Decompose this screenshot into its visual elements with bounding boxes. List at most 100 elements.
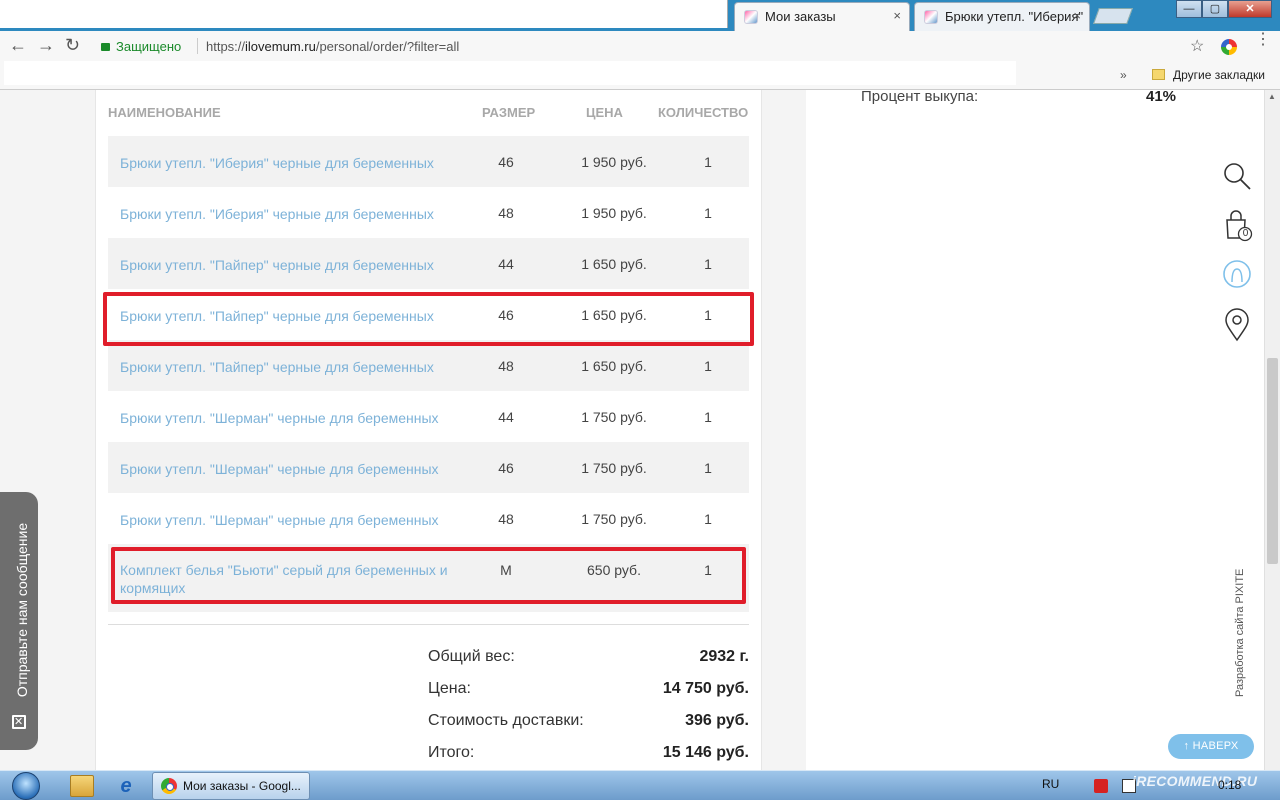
- product-link[interactable]: Брюки утепл. "Шерман" черные для беремен…: [120, 460, 460, 478]
- table-row: Брюки утепл. "Иберия" черные для беремен…: [108, 187, 749, 238]
- table-row: Брюки утепл. "Шерман" черные для беремен…: [108, 442, 749, 493]
- forward-arrow-icon[interactable]: →: [37, 35, 55, 56]
- summary-value: 2932 г.: [699, 648, 749, 665]
- omnibox-separator: [197, 38, 198, 54]
- tab-my-orders[interactable]: Мои заказы ×: [734, 2, 910, 31]
- browser-tabstrip: Мои заказы × Брюки утепл. "Иберия" × — ▢…: [0, 0, 1280, 31]
- bookmarks-bar: » Другие закладки: [0, 61, 1280, 90]
- summary-divider: [108, 624, 749, 625]
- browser-menu-icon[interactable]: ⋮: [1255, 32, 1271, 48]
- chrome-icon: [161, 778, 177, 794]
- table-row: Брюки утепл. "Пайпер" черные для беремен…: [108, 340, 749, 391]
- bookmark-star-icon[interactable]: ☆: [1190, 36, 1204, 56]
- taskbar-chrome-window[interactable]: Мои заказы - Googl...: [152, 772, 310, 800]
- antivirus-tray-icon[interactable]: [1094, 779, 1108, 793]
- highlight-box: [111, 547, 746, 604]
- product-link[interactable]: Брюки утепл. "Шерман" черные для беремен…: [120, 409, 460, 427]
- product-size: 44: [498, 409, 514, 425]
- url-prefix: https://: [206, 39, 246, 54]
- product-qty: 1: [704, 409, 712, 425]
- language-indicator[interactable]: RU: [1042, 777, 1059, 791]
- page-scrollbar[interactable]: ▲: [1264, 90, 1280, 770]
- bookmarks-blank-area: [4, 61, 1016, 85]
- tabstrip-blank-area: [0, 0, 728, 28]
- feedback-tab[interactable]: Отправьте нам сообщение: [0, 492, 38, 750]
- buyout-label: Процент выкупа:: [861, 90, 979, 105]
- buyout-percent: Процент выкупа: 41%: [861, 90, 1181, 105]
- tab-title: Брюки утепл. "Иберия": [945, 9, 1084, 24]
- url-path: /personal/order/?filter=all: [315, 39, 460, 54]
- search-icon[interactable]: [1221, 160, 1253, 192]
- summary-value: 15 146 руб.: [662, 744, 749, 761]
- product-price: 1 950 руб.: [581, 154, 647, 170]
- folder-icon: [1152, 69, 1165, 80]
- feedback-label: Отправьте нам сообщение: [14, 522, 30, 698]
- product-size: 44: [498, 256, 514, 272]
- back-arrow-icon[interactable]: ←: [9, 35, 27, 56]
- header-qty: КОЛИЧЕСТВО: [658, 105, 749, 120]
- start-button[interactable]: [6, 771, 46, 800]
- product-qty: 1: [704, 511, 712, 527]
- scrollbar-thumb[interactable]: [1267, 358, 1278, 564]
- cart-count-badge: 0: [1242, 228, 1249, 239]
- other-bookmarks-folder[interactable]: Другие закладки: [1152, 68, 1265, 82]
- summary-label: Цена:: [428, 680, 471, 697]
- header-size: РАЗМЕР: [482, 105, 536, 120]
- product-qty: 1: [704, 154, 712, 170]
- summary-label: Общий вес:: [428, 648, 515, 665]
- product-price: 1 650 руб.: [581, 358, 647, 374]
- product-size: 46: [498, 154, 514, 170]
- scroll-to-top-button[interactable]: ↑ НАВЕРХ: [1168, 734, 1254, 759]
- page-viewport: НАИМЕНОВАНИЕ РАЗМЕР ЦЕНА КОЛИЧЕСТВО Брюк…: [0, 90, 1264, 770]
- product-qty: 1: [704, 205, 712, 221]
- other-bookmarks-label: Другие закладки: [1173, 68, 1265, 82]
- tab-close-icon[interactable]: ×: [893, 8, 901, 23]
- new-tab-button[interactable]: [1093, 8, 1133, 24]
- product-link[interactable]: Брюки утепл. "Шерман" черные для беремен…: [120, 511, 460, 529]
- reload-icon[interactable]: ↻: [65, 35, 80, 56]
- browser-toolbar: ← → ↻ Защищено https://ilovemum.ru/perso…: [0, 31, 1280, 61]
- secure-indicator[interactable]: Защищено: [101, 39, 181, 54]
- product-qty: 1: [704, 358, 712, 374]
- developer-credit-text: Разработка сайта PIXITE: [1234, 568, 1246, 697]
- bookmarks-overflow-icon[interactable]: »: [1120, 68, 1127, 82]
- highlight-box: [103, 292, 754, 346]
- developer-credit[interactable]: Разработка сайта PIXITE: [1232, 568, 1246, 698]
- summary-delivery: Стоимость доставки: 396 руб.: [428, 712, 749, 730]
- product-link[interactable]: Брюки утепл. "Пайпер" черные для беремен…: [120, 256, 460, 274]
- product-link[interactable]: Брюки утепл. "Пайпер" черные для беремен…: [120, 358, 460, 376]
- table-header: НАИМЕНОВАНИЕ РАЗМЕР ЦЕНА КОЛИЧЕСТВО: [108, 105, 748, 121]
- location-pin-icon[interactable]: [1221, 308, 1253, 342]
- tab-title: Мои заказы: [765, 9, 836, 24]
- product-price: 1 750 руб.: [581, 460, 647, 476]
- taskbar-window-title: Мои заказы - Googl...: [183, 779, 301, 793]
- summary-label: Стоимость доставки:: [428, 712, 584, 729]
- product-size: 48: [498, 511, 514, 527]
- summary-weight: Общий вес: 2932 г.: [428, 648, 749, 666]
- product-link[interactable]: Брюки утепл. "Иберия" черные для беремен…: [120, 205, 460, 223]
- user-icon[interactable]: [1221, 258, 1253, 290]
- internet-explorer-icon[interactable]: e: [114, 775, 138, 797]
- address-bar[interactable]: https://ilovemum.ru/personal/order/?filt…: [206, 39, 459, 54]
- order-card: НАИМЕНОВАНИЕ РАЗМЕР ЦЕНА КОЛИЧЕСТВО Брюк…: [95, 90, 762, 770]
- tab-close-icon[interactable]: ×: [1073, 8, 1081, 23]
- product-price: 1 650 руб.: [581, 256, 647, 272]
- cart-icon[interactable]: 0: [1221, 208, 1253, 244]
- site-favicon-icon: [744, 10, 758, 24]
- explorer-folder-icon[interactable]: [70, 775, 94, 797]
- product-size: 48: [498, 205, 514, 221]
- header-price: ЦЕНА: [586, 105, 623, 120]
- tab-product[interactable]: Брюки утепл. "Иберия" ×: [914, 2, 1090, 31]
- product-size: 46: [498, 460, 514, 476]
- table-row: Брюки утепл. "Шерман" черные для беремен…: [108, 391, 749, 442]
- summary-price: Цена: 14 750 руб.: [428, 680, 749, 698]
- maximize-button[interactable]: ▢: [1202, 0, 1228, 18]
- close-window-button[interactable]: ✕: [1228, 0, 1272, 18]
- product-link[interactable]: Брюки утепл. "Иберия" черные для беремен…: [120, 154, 460, 172]
- scroll-up-icon[interactable]: ▲: [1268, 92, 1276, 101]
- minimize-button[interactable]: —: [1176, 0, 1202, 18]
- windows-logo-icon: [12, 772, 40, 800]
- system-clock[interactable]: 0:18: [1218, 778, 1241, 792]
- secure-label: Защищено: [116, 39, 182, 54]
- extension-icon[interactable]: [1221, 39, 1237, 55]
